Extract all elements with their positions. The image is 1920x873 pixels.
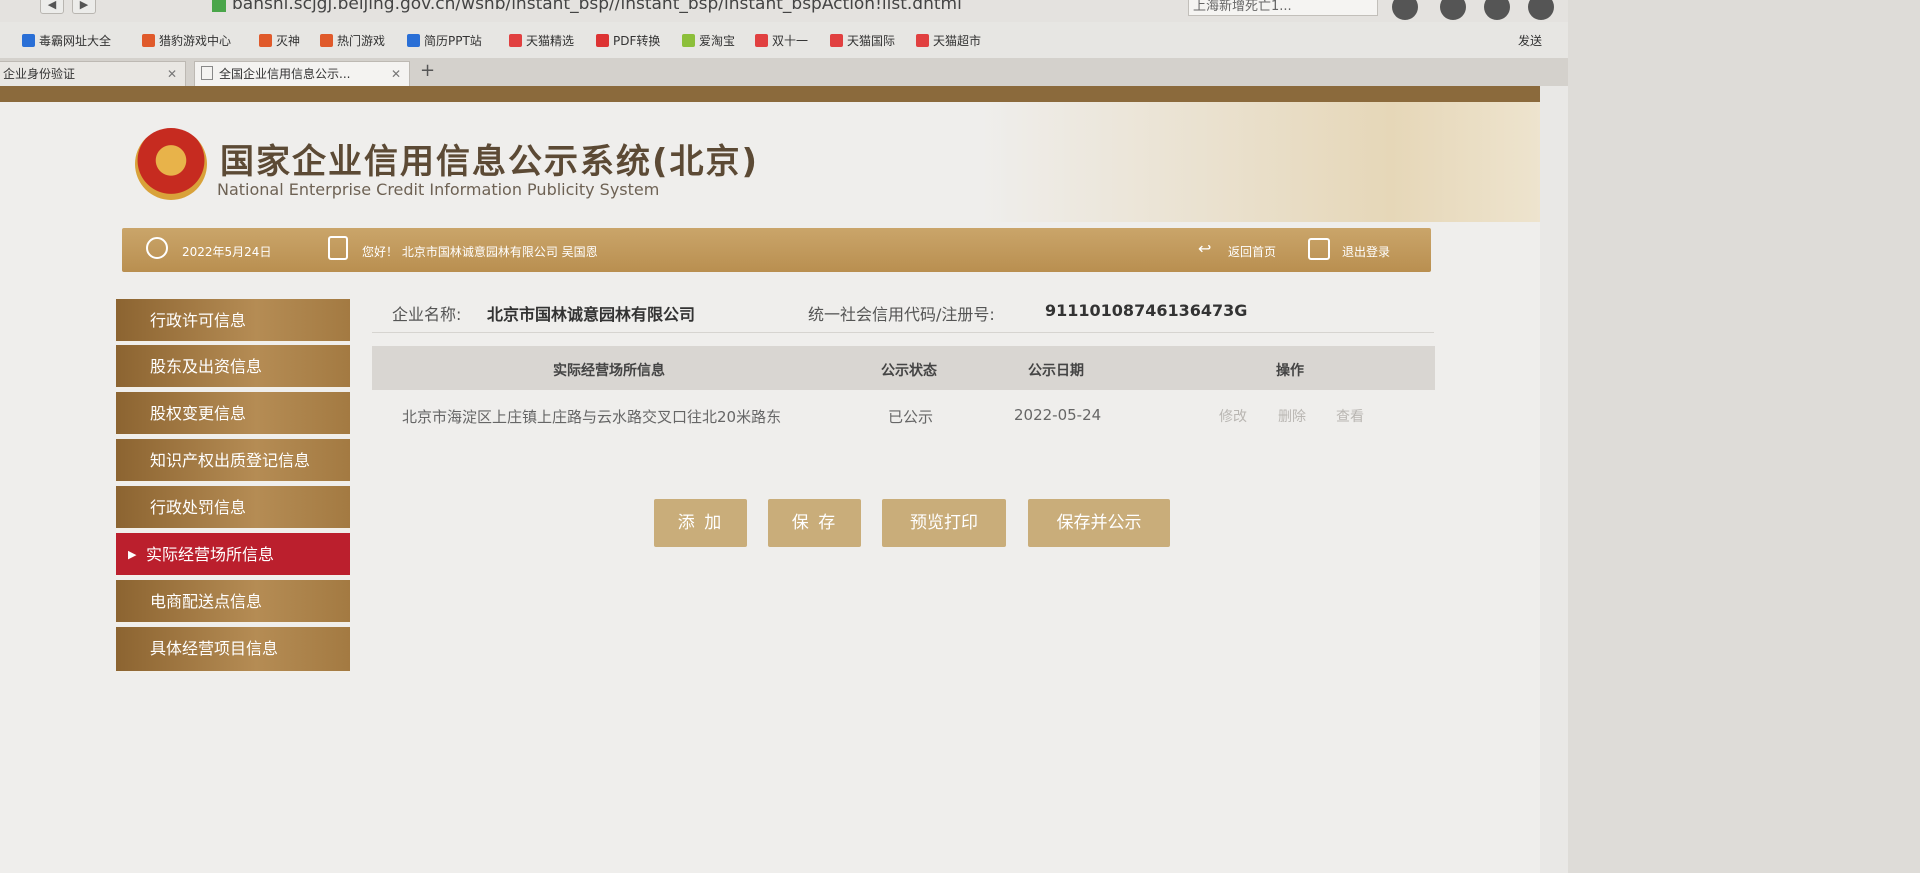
tab-identity[interactable]: 企业身份验证 ✕ bbox=[0, 61, 186, 86]
bookmark-icon bbox=[407, 34, 420, 47]
active-arrow-icon: ▶ bbox=[128, 548, 137, 561]
logout-link[interactable]: 退出登录 bbox=[1342, 243, 1390, 260]
sidebar-item-equity-change[interactable]: 股权变更信息 bbox=[116, 392, 350, 436]
company-name: 北京市国林诚意园林有限公司 bbox=[487, 305, 696, 324]
national-emblem-icon bbox=[135, 128, 207, 200]
table-header: 实际经营场所信息 公示状态 公示日期 操作 bbox=[372, 346, 1435, 390]
sidebar-item-shareholders[interactable]: 股东及出资信息 bbox=[116, 345, 350, 389]
bookmark-item[interactable]: 灭神 bbox=[259, 32, 300, 49]
bookmark-icon bbox=[320, 34, 333, 47]
return-home-link[interactable]: 返回首页 bbox=[1228, 243, 1276, 260]
sidebar-item-business-projects[interactable]: 具体经营项目信息 bbox=[116, 627, 350, 673]
bookmark-item[interactable]: 天猫精选 bbox=[509, 32, 574, 49]
search-input[interactable]: 上海新增死亡1... bbox=[1188, 0, 1378, 16]
address-bar[interactable]: ◀ ▶ banshi.scjgj.beijing.gov.cn/wsnb/ins… bbox=[0, 0, 1568, 23]
url-text[interactable]: banshi.scjgj.beijing.gov.cn/wsnb/instant… bbox=[232, 0, 962, 14]
edit-link[interactable]: 修改 bbox=[1219, 406, 1247, 426]
bookmarks-bar: 毒霸网址大全 猎豹游戏中心 灭神 热门游戏 简历PPT站 天猫精选 PDF转换 … bbox=[0, 22, 1568, 59]
extension-icon[interactable] bbox=[1392, 0, 1418, 20]
menu-icon[interactable] bbox=[1528, 0, 1554, 20]
sidebar-item-admin-penalty[interactable]: 行政处罚信息 bbox=[116, 486, 350, 530]
bookmark-item[interactable]: 天猫国际 bbox=[830, 32, 895, 49]
page-title: 国家企业信用信息公示系统(北京) bbox=[220, 142, 760, 182]
sync-icon[interactable] bbox=[1440, 0, 1466, 20]
view-link[interactable]: 查看 bbox=[1336, 406, 1364, 426]
bookmark-item[interactable]: 爱淘宝 bbox=[682, 32, 735, 49]
page-icon bbox=[201, 66, 213, 80]
bookmark-icon bbox=[755, 34, 768, 47]
bookmark-item[interactable]: 发送 bbox=[1518, 32, 1542, 49]
back-icon: ◀ bbox=[40, 0, 64, 14]
close-icon[interactable]: ✕ bbox=[167, 62, 177, 87]
tab-credit-system[interactable]: 全国企业信用信息公示... ✕ bbox=[194, 61, 410, 86]
clock-icon bbox=[146, 237, 168, 259]
bookmark-icon bbox=[509, 34, 522, 47]
new-tab-button[interactable]: + bbox=[420, 60, 435, 81]
bookmark-icon bbox=[259, 34, 272, 47]
bookmark-icon bbox=[22, 34, 35, 47]
column-header: 公示日期 bbox=[1028, 363, 1084, 379]
bookmark-item[interactable]: PDF转换 bbox=[596, 32, 660, 49]
bookmark-item[interactable]: 热门游戏 bbox=[320, 32, 385, 49]
logout-icon bbox=[1308, 238, 1330, 260]
add-button[interactable]: 添 加 bbox=[654, 499, 747, 547]
bookmark-icon bbox=[596, 34, 609, 47]
bookmark-icon bbox=[142, 34, 155, 47]
bookmark-icon bbox=[830, 34, 843, 47]
page-right-edge bbox=[1540, 86, 1568, 873]
sidebar-item-business-premises[interactable]: ▶ 实际经营场所信息 bbox=[116, 533, 350, 577]
bookmark-item[interactable]: 天猫超市 bbox=[916, 32, 981, 49]
bookmark-item[interactable]: 简历PPT站 bbox=[407, 32, 482, 49]
user-icon bbox=[328, 236, 348, 260]
close-icon[interactable]: ✕ bbox=[391, 62, 401, 87]
preview-print-button[interactable]: 预览打印 bbox=[882, 499, 1006, 547]
credit-code: 91110108746136473G bbox=[1045, 301, 1248, 320]
status-cell: 已公示 bbox=[888, 408, 934, 426]
bookmark-item[interactable]: 毒霸网址大全 bbox=[22, 32, 111, 49]
save-button[interactable]: 保 存 bbox=[768, 499, 861, 547]
bookmark-item[interactable]: 猎豹游戏中心 bbox=[142, 32, 231, 49]
column-header: 操作 bbox=[1276, 363, 1304, 379]
delete-link[interactable]: 删除 bbox=[1278, 406, 1306, 426]
sidebar-item-admin-license[interactable]: 行政许可信息 bbox=[116, 299, 350, 343]
sidebar-item-ip-pledge[interactable]: 知识产权出质登记信息 bbox=[116, 439, 350, 483]
credit-code-label: 统一社会信用代码/注册号: bbox=[808, 305, 995, 324]
company-name-label: 企业名称: bbox=[392, 305, 462, 324]
secure-lock-icon bbox=[212, 0, 226, 12]
header-decoration bbox=[980, 102, 1568, 222]
column-header: 实际经营场所信息 bbox=[553, 363, 665, 379]
bookmark-item[interactable]: 双十一 bbox=[755, 32, 808, 49]
address-cell: 北京市海淀区上庄镇上庄路与云水路交叉口往北20米路东 bbox=[402, 408, 782, 426]
page-subtitle: National Enterprise Credit Information P… bbox=[217, 180, 660, 199]
user-greeting: 您好！ 北京市国林诚意园林有限公司 吴国恩 bbox=[362, 245, 598, 259]
current-date: 2022年5月24日 bbox=[182, 245, 272, 259]
forward-icon: ▶ bbox=[72, 0, 96, 14]
bookmark-icon bbox=[916, 34, 929, 47]
return-home-icon: ↩ bbox=[1198, 239, 1212, 258]
column-header: 公示状态 bbox=[881, 363, 937, 379]
bookmark-icon bbox=[682, 34, 695, 47]
sidebar-item-ecommerce-delivery[interactable]: 电商配送点信息 bbox=[116, 580, 350, 624]
tab-strip: 企业身份验证 ✕ 全国企业信用信息公示... ✕ + bbox=[0, 58, 1568, 86]
save-and-publish-button[interactable]: 保存并公示 bbox=[1028, 499, 1170, 547]
date-cell: 2022-05-24 bbox=[1014, 406, 1102, 424]
divider bbox=[372, 332, 1434, 333]
download-icon[interactable] bbox=[1484, 0, 1510, 20]
page-top-strip bbox=[0, 86, 1568, 102]
